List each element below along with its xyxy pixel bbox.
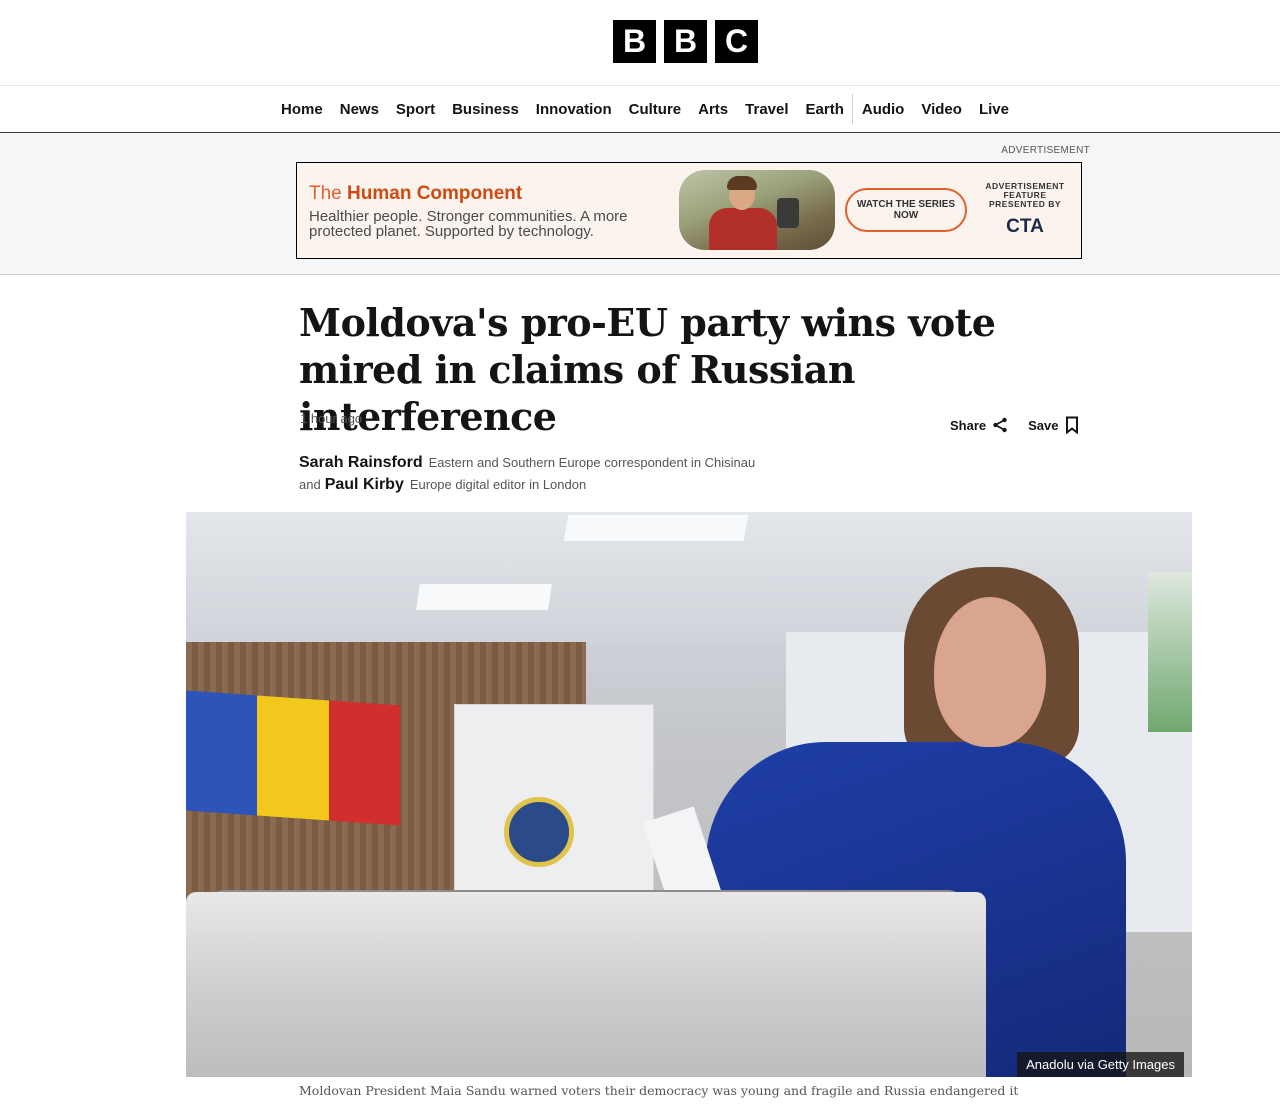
ad-copy: Healthier people. Stronger communities. … xyxy=(309,208,628,240)
moldova-flag xyxy=(186,690,400,826)
ad-brand-logo: CTA xyxy=(1006,216,1044,237)
byline-author-1: Sarah Rainsford Eastern and Southern Eur… xyxy=(299,452,755,474)
logo-letter-b2: B xyxy=(664,20,707,63)
main-nav: Home News Sport Business Innovation Cult… xyxy=(0,86,1280,133)
share-icon xyxy=(993,417,1007,433)
image-caption: Moldovan President Maia Sandu warned vot… xyxy=(299,1083,1019,1098)
author-name[interactable]: Paul Kirby xyxy=(325,474,404,496)
masthead: B B C xyxy=(0,0,1280,86)
share-label: Share xyxy=(950,417,987,433)
byline-author-2: and Paul Kirby Europe digital editor in … xyxy=(299,474,755,496)
hero-image: Anadolu via Getty Images xyxy=(186,512,1192,1077)
byline: Sarah Rainsford Eastern and Southern Eur… xyxy=(299,452,755,496)
nav-item-audio[interactable]: Audio xyxy=(853,86,913,132)
ad-title: The Human Component xyxy=(309,183,522,205)
ad-band: ADVERTISEMENT The Human Component Health… xyxy=(0,133,1280,275)
nav-item-news[interactable]: News xyxy=(331,86,387,132)
logo-letter-c: C xyxy=(715,20,758,63)
author-role: Europe digital editor in London xyxy=(409,477,587,492)
nav-item-live[interactable]: Live xyxy=(970,86,1017,132)
article-timestamp: 1 hour ago xyxy=(300,411,363,426)
nav-item-sport[interactable]: Sport xyxy=(387,86,443,132)
article-actions: Share Save xyxy=(950,416,1079,434)
nav-item-culture[interactable]: Culture xyxy=(620,86,690,132)
author-name[interactable]: Sarah Rainsford xyxy=(299,452,423,474)
nav-item-earth[interactable]: Earth xyxy=(797,86,852,132)
ad-presented-by: ADVERTISEMENT FEATURE PRESENTED BY xyxy=(985,181,1065,209)
nav-item-video[interactable]: Video xyxy=(913,86,971,132)
nav-item-travel[interactable]: Travel xyxy=(737,86,797,132)
nav-item-business[interactable]: Business xyxy=(444,86,528,132)
ad-watch-button[interactable]: WATCH THE SERIES NOW xyxy=(845,188,967,232)
nav-item-arts[interactable]: Arts xyxy=(690,86,737,132)
ad-title-prefix: The xyxy=(309,183,348,204)
nav-item-home[interactable]: Home xyxy=(273,86,332,132)
ad-banner[interactable]: The Human Component Healthier people. St… xyxy=(296,162,1082,259)
save-label: Save xyxy=(1028,417,1059,433)
byline-and: and xyxy=(299,477,321,492)
nav-item-innovation[interactable]: Innovation xyxy=(527,86,620,132)
share-button[interactable]: Share xyxy=(950,416,1008,434)
bookmark-icon xyxy=(1065,416,1078,434)
ad-title-bold: Human Component xyxy=(347,183,523,204)
logo-letter-b1: B xyxy=(613,20,656,63)
bbc-logo[interactable]: B B C xyxy=(613,20,758,63)
ad-photo xyxy=(679,170,835,250)
image-credit: Anadolu via Getty Images xyxy=(1017,1052,1184,1077)
ad-label: ADVERTISEMENT xyxy=(1001,145,1090,156)
save-button[interactable]: Save xyxy=(1028,416,1078,434)
author-role: Eastern and Southern Europe corresponden… xyxy=(428,455,756,470)
